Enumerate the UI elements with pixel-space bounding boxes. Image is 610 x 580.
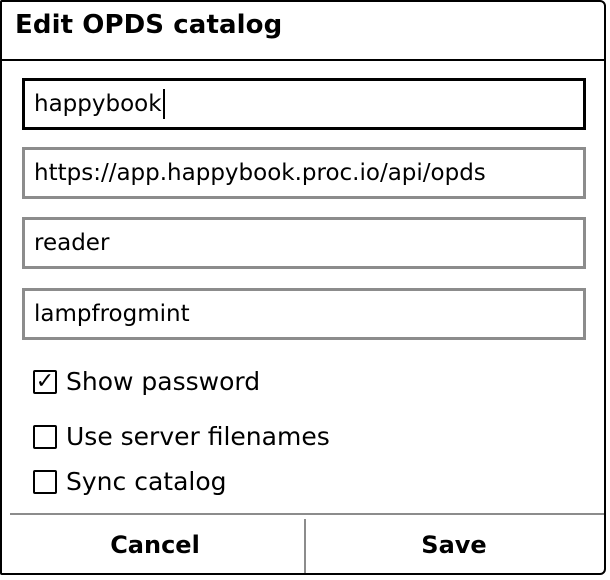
sync-catalog-option[interactable]: Sync catalog xyxy=(33,467,227,496)
sync-catalog-label: Sync catalog xyxy=(66,467,227,496)
catalog-url-input[interactable]: https://app.happybook.proc.io/api/opds xyxy=(22,147,586,199)
footer-separator xyxy=(10,513,604,515)
show-password-option[interactable]: ✓ Show password xyxy=(33,367,260,396)
username-input[interactable]: reader xyxy=(22,217,586,269)
cancel-button[interactable]: Cancel xyxy=(6,516,304,574)
username-value: reader xyxy=(34,230,110,256)
use-server-filenames-checkbox[interactable] xyxy=(33,424,57,449)
checkmark-icon: ✓ xyxy=(35,368,55,394)
catalog-name-value: happybook xyxy=(34,91,162,117)
catalog-name-input[interactable]: happybook xyxy=(22,78,586,130)
show-password-checkbox[interactable]: ✓ xyxy=(33,368,57,394)
text-cursor xyxy=(162,89,165,119)
use-server-filenames-label: Use server filenames xyxy=(66,422,330,451)
password-input[interactable]: lampfrogmint xyxy=(22,288,586,340)
dialog-title-bar: Edit OPDS catalog xyxy=(2,2,604,61)
show-password-label: Show password xyxy=(66,367,261,396)
sync-catalog-checkbox[interactable] xyxy=(33,469,57,494)
password-value: lampfrogmint xyxy=(34,301,190,327)
catalog-url-value: https://app.happybook.proc.io/api/opds xyxy=(34,160,486,186)
use-server-filenames-option[interactable]: Use server filenames xyxy=(33,422,330,451)
dialog-title: Edit OPDS catalog xyxy=(15,10,283,40)
edit-opds-catalog-dialog: Edit OPDS catalog happybook https://app.… xyxy=(0,0,606,575)
save-button[interactable]: Save xyxy=(306,516,602,574)
